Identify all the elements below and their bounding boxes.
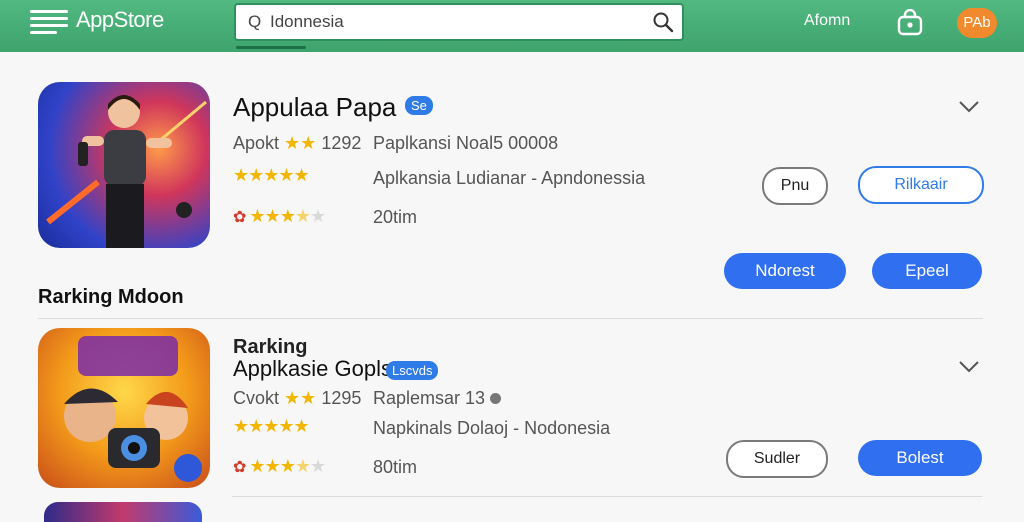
search-box[interactable]: Q — [234, 3, 684, 41]
search-prefix-icon: Q — [248, 12, 262, 31]
flag-icon: ✿ — [233, 459, 246, 476]
bag-icon[interactable] — [896, 9, 924, 37]
search-icon[interactable] — [652, 11, 674, 33]
app-icon-cartoon[interactable] — [38, 328, 210, 488]
info-icon — [490, 393, 502, 404]
top-bar: AppStore Q Afomn PAb — [0, 0, 1024, 52]
star-icon: ★★ — [284, 133, 317, 153]
chevron-down-icon[interactable] — [958, 100, 980, 114]
developer-row: Cvokt ★★ 1295 — [233, 388, 361, 409]
developer-name[interactable]: Apokt — [233, 133, 279, 153]
developer-rating: 1292 — [321, 133, 362, 153]
app-meta-2: Napkinals Dolaoj - Nodonesia — [373, 418, 611, 438]
app-title[interactable]: Applkasie Gopls — [233, 356, 392, 382]
boy-illustration — [46, 95, 207, 248]
install-button[interactable]: Bolest — [858, 440, 982, 476]
flag-icon: ✿ — [233, 209, 246, 226]
developer-row: Apokt ★★ 1292 — [233, 133, 361, 154]
details-button[interactable]: Rilkaair — [858, 166, 984, 204]
chevron-down-icon[interactable] — [958, 360, 980, 374]
developer-rating: 1295 — [321, 388, 362, 408]
rating-stars: ★★★★★ — [233, 416, 310, 436]
install-button[interactable]: Ndorest — [724, 253, 846, 289]
divider — [38, 318, 983, 319]
brand-title[interactable]: AppStore — [76, 7, 164, 33]
app-meta-1-text: Raplemsar 13 — [373, 388, 486, 408]
divider — [232, 496, 982, 497]
star-icon: ★★ — [284, 388, 317, 408]
secondary-button[interactable]: Sudler — [726, 440, 828, 478]
menu-icon[interactable] — [30, 6, 68, 36]
rating-count: 80tim — [373, 457, 418, 477]
app-meta-2: Aplkansia Ludianar - Apndonessia — [373, 168, 646, 188]
app-icon-partial[interactable] — [44, 502, 202, 522]
rating-row: ✿ ★★★★★ — [233, 456, 326, 476]
avatar[interactable]: PAb — [957, 8, 997, 38]
search-input[interactable] — [268, 10, 632, 34]
app-badge: Se — [405, 96, 433, 115]
cartoon-illustration — [64, 336, 202, 482]
app-badge: Lscvds — [386, 361, 439, 380]
user-label[interactable]: Afomn — [804, 12, 850, 30]
rating-count: 20tim — [373, 207, 418, 227]
app-title[interactable]: Appulaa Papa — [233, 92, 396, 123]
section-heading: Rarking Mdoon — [38, 286, 184, 308]
app-meta-1: Raplemsar 13 — [373, 388, 502, 409]
app-meta-1: Paplkansi Noal5 00008 — [373, 133, 559, 153]
search-tab-indicator — [236, 46, 306, 49]
app-icon-boy[interactable] — [38, 82, 210, 248]
rating-stars: ★★★★★ — [233, 165, 310, 185]
open-button[interactable]: Epeel — [872, 253, 982, 289]
developer-name[interactable]: Cvokt — [233, 388, 279, 408]
rating-row: ✿ ★★★★★ — [233, 206, 326, 226]
secondary-button[interactable]: Pnu — [762, 167, 828, 205]
